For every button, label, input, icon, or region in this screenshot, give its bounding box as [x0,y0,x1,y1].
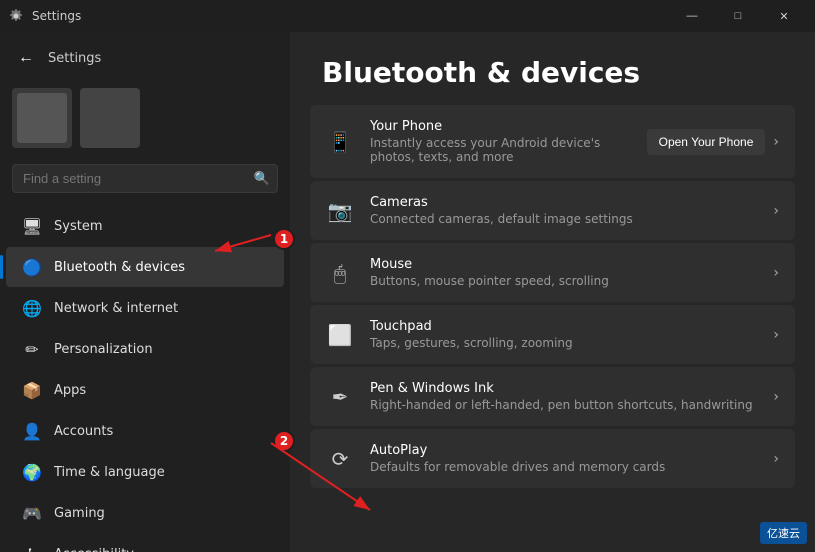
chevron-right-icon: › [773,203,779,219]
network-icon: 🌐 [22,298,42,318]
time-icon: 🌍 [22,462,42,482]
sidebar-top: ← Settings [0,32,290,80]
annotation-badge-1: 1 [273,228,295,250]
avatar [12,88,72,148]
touchpad-icon: ⬜ [326,321,354,349]
settings-item-pen-ink[interactable]: ✒ Pen & Windows Ink Right-handed or left… [310,367,795,426]
avatar-area [0,80,290,160]
sidebar-item-network[interactable]: 🌐 Network & internet [6,288,284,328]
settings-list: 📱 Your Phone Instantly access your Andro… [290,105,815,552]
settings-item-title: Touchpad [370,319,757,334]
settings-item-desc: Taps, gestures, scrolling, zooming [370,336,757,350]
open-your-phone-button[interactable]: Open Your Phone [647,129,766,155]
chevron-right-icon: › [773,389,779,405]
settings-item-desc: Connected cameras, default image setting… [370,212,757,226]
accounts-icon: 👤 [22,421,42,441]
settings-item-title: Cameras [370,195,757,210]
back-button[interactable]: ← [12,44,40,72]
settings-item-desc: Buttons, mouse pointer speed, scrolling [370,274,757,288]
mouse-icon: 🖱 [326,259,354,287]
sidebar-item-accounts[interactable]: 👤 Accounts [6,411,284,451]
sidebar-app-label: Settings [48,51,101,66]
sidebar-item-label: Gaming [54,506,105,521]
your-phone-icon: 📱 [326,128,354,156]
close-button[interactable]: ✕ [761,0,807,32]
settings-item-title: Pen & Windows Ink [370,381,757,396]
avatar-secondary [80,88,140,148]
search-box: 🔍 [12,164,278,193]
settings-item-desc: Instantly access your Android device's p… [370,136,631,164]
title-bar-label: Settings [32,9,81,23]
sidebar-item-label: Time & language [54,465,165,480]
search-input[interactable] [12,164,278,193]
settings-item-title: Your Phone [370,119,631,134]
settings-item-action: › [773,451,779,467]
sidebar-item-accessibility[interactable]: ♿ Accessibility [6,534,284,552]
settings-item-touchpad[interactable]: ⬜ Touchpad Taps, gestures, scrolling, zo… [310,305,795,364]
sidebar-item-time[interactable]: 🌍 Time & language [6,452,284,492]
chevron-right-icon: › [773,327,779,343]
system-icon: 🖥 [22,216,42,236]
sidebar-item-bluetooth[interactable]: 🔵 Bluetooth & devices [6,247,284,287]
sidebar-item-apps[interactable]: 📦 Apps [6,370,284,410]
sidebar-item-system[interactable]: 🖥 System [6,206,284,246]
watermark: 亿速云 [760,522,807,544]
sidebar: ← Settings 🔍 🖥 System 🔵 Bluetooth & dev [0,32,290,552]
bluetooth-icon: 🔵 [22,257,42,277]
sidebar-item-label: Personalization [54,342,153,357]
chevron-right-icon: › [773,265,779,281]
annotation-badge-2: 2 [273,430,295,452]
settings-item-desc: Right-handed or left-handed, pen button … [370,398,757,412]
settings-item-autoplay[interactable]: ⟳ AutoPlay Defaults for removable drives… [310,429,795,488]
nav-list: 🖥 System 🔵 Bluetooth & devices 🌐 Network… [0,201,290,552]
settings-item-action: › [773,389,779,405]
chevron-right-icon: › [773,451,779,467]
settings-item-action: Open Your Phone › [647,129,779,155]
search-icon: 🔍 [254,171,270,186]
sidebar-item-label: Network & internet [54,301,178,316]
title-bar: Settings — □ ✕ [0,0,815,32]
settings-item-title: AutoPlay [370,443,757,458]
personalization-icon: ✏ [22,339,42,359]
chevron-right-icon: › [773,134,779,150]
sidebar-item-label: Accounts [54,424,113,439]
settings-item-action: › [773,203,779,219]
window-controls: — □ ✕ [669,0,807,32]
maximize-button[interactable]: □ [715,0,761,32]
sidebar-item-label: Apps [54,383,86,398]
pen-ink-icon: ✒ [326,383,354,411]
page-title: Bluetooth & devices [322,56,783,89]
main-panel: Bluetooth & devices 📱 Your Phone Instant… [290,32,815,552]
sidebar-item-gaming[interactable]: 🎮 Gaming [6,493,284,533]
sidebar-item-label: Bluetooth & devices [54,260,185,275]
main-header: Bluetooth & devices [290,32,815,105]
settings-item-action: › [773,327,779,343]
settings-app-icon [8,8,24,24]
accessibility-icon: ♿ [22,544,42,552]
sidebar-item-label: Accessibility [54,547,134,552]
sidebar-item-personalization[interactable]: ✏ Personalization [6,329,284,369]
sidebar-item-label: System [54,219,102,234]
autoplay-icon: ⟳ [326,445,354,473]
settings-item-mouse[interactable]: 🖱 Mouse Buttons, mouse pointer speed, sc… [310,243,795,302]
minimize-button[interactable]: — [669,0,715,32]
settings-item-cameras[interactable]: 📷 Cameras Connected cameras, default ima… [310,181,795,240]
settings-item-desc: Defaults for removable drives and memory… [370,460,757,474]
settings-item-action: › [773,265,779,281]
settings-item-title: Mouse [370,257,757,272]
apps-icon: 📦 [22,380,42,400]
gaming-icon: 🎮 [22,503,42,523]
settings-item-your-phone[interactable]: 📱 Your Phone Instantly access your Andro… [310,105,795,178]
app-body: ← Settings 🔍 🖥 System 🔵 Bluetooth & dev [0,32,815,552]
cameras-icon: 📷 [326,197,354,225]
